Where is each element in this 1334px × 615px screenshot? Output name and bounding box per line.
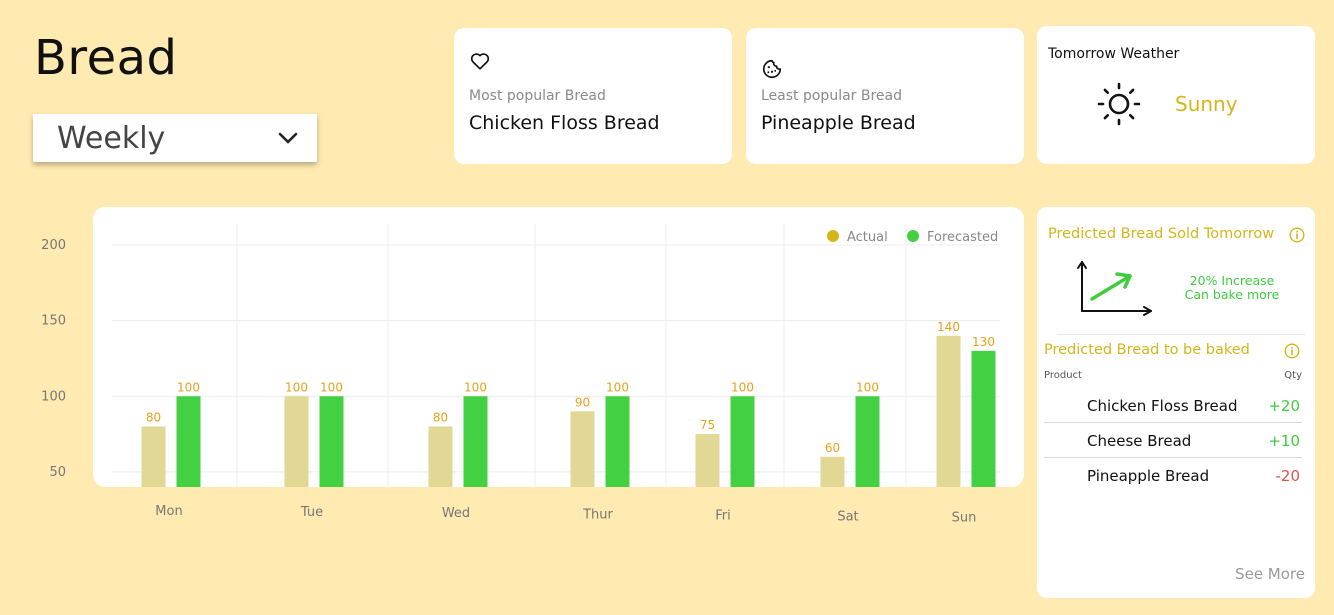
column-header-product: Product xyxy=(1044,370,1082,381)
x-tick-label: Sun xyxy=(952,511,977,526)
trend-up-arrow-icon xyxy=(1077,261,1152,316)
chevron-down-icon xyxy=(278,132,298,144)
weather-value: Sunny xyxy=(1175,92,1238,116)
most-popular-value: Chicken Floss Bread xyxy=(469,112,660,134)
y-tick-label: 200 xyxy=(41,238,66,253)
period-dropdown-value: Weekly xyxy=(57,120,166,156)
to-bake-title: Predicted Bread to be baked xyxy=(1044,342,1250,358)
product-name: Cheese Bread xyxy=(1087,432,1192,450)
least-popular-value: Pineapple Bread xyxy=(761,112,916,134)
see-more-link[interactable]: See More xyxy=(1235,565,1305,583)
x-tick-label: Wed xyxy=(442,506,470,521)
sales-chart-card xyxy=(93,207,1024,487)
predicted-sold-title: Predicted Bread Sold Tomorrow xyxy=(1048,226,1275,242)
predicted-sold-info: 20% Increase Can bake more xyxy=(1162,274,1302,302)
product-name: Chicken Floss Bread xyxy=(1087,397,1238,415)
predicted-advice-text: Can bake more xyxy=(1184,287,1280,302)
page-title: Bread xyxy=(34,30,178,86)
info-icon[interactable] xyxy=(1284,343,1300,359)
table-row: Chicken Floss Bread +20 xyxy=(1044,388,1302,423)
info-icon[interactable] xyxy=(1289,227,1305,243)
most-popular-label: Most popular Bread xyxy=(469,88,606,104)
table-row: Cheese Bread +10 xyxy=(1044,423,1302,458)
column-header-qty: Qty xyxy=(1284,370,1302,381)
sun-icon xyxy=(1097,82,1141,126)
cookie-icon xyxy=(762,59,782,79)
y-tick-label: 100 xyxy=(41,389,66,404)
product-qty: -20 xyxy=(1275,467,1301,485)
most-popular-card: Most popular Bread Chicken Floss Bread xyxy=(454,28,732,164)
divider xyxy=(1057,334,1305,335)
product-qty: +20 xyxy=(1268,397,1300,415)
x-tick-label: Mon xyxy=(155,504,182,519)
x-tick-label: Sat xyxy=(837,510,858,525)
x-tick-label: Fri xyxy=(715,508,731,523)
weather-title: Tomorrow Weather xyxy=(1048,46,1180,62)
period-dropdown[interactable]: Weekly xyxy=(33,114,317,162)
prediction-panel: Predicted Bread Sold Tomorrow 20% Increa… xyxy=(1037,207,1315,598)
least-popular-card: Least popular Bread Pineapple Bread xyxy=(746,28,1024,164)
x-tick-label: Tue xyxy=(300,505,323,520)
heart-icon xyxy=(470,53,490,70)
product-qty: +10 xyxy=(1268,432,1300,450)
y-tick-label: 150 xyxy=(41,314,66,329)
weather-card: Tomorrow Weather Sunny xyxy=(1037,26,1315,164)
product-name: Pineapple Bread xyxy=(1087,467,1210,485)
y-tick-label: 50 xyxy=(49,465,66,480)
predicted-increase-text: 20% Increase xyxy=(1189,273,1275,288)
table-row: Pineapple Bread -20 xyxy=(1044,458,1302,493)
least-popular-label: Least popular Bread xyxy=(761,88,902,104)
x-tick-label: Thur xyxy=(582,507,613,522)
